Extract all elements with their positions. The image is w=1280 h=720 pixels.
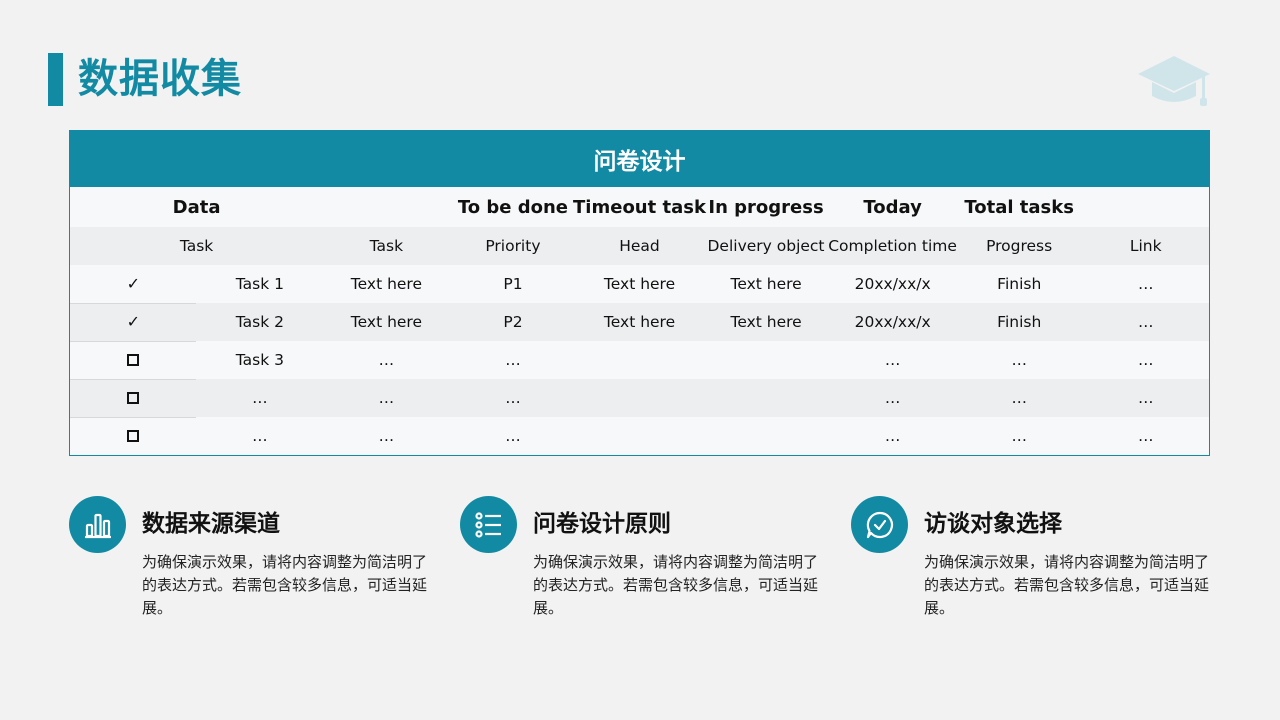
table-cell: … bbox=[1138, 275, 1154, 293]
table-row: Task 3 … … … … … bbox=[70, 341, 1209, 379]
feature-title: 数据来源渠道 bbox=[142, 511, 280, 537]
header-cell: Today bbox=[863, 196, 922, 218]
table-cell: … bbox=[505, 389, 521, 407]
table-cell: Task 3 bbox=[235, 351, 284, 369]
title-accent-bar bbox=[48, 53, 63, 106]
table-cell: Task 1 bbox=[235, 275, 284, 293]
table-cell bbox=[703, 417, 830, 455]
subheader-cell: Delivery object bbox=[707, 237, 825, 255]
table-subheader-row: Task Task Priority Head Delivery object … bbox=[70, 227, 1209, 265]
table-cell: … bbox=[1011, 351, 1027, 369]
table-cell: … bbox=[505, 427, 521, 445]
subheader-cell: Task bbox=[369, 237, 404, 255]
table-cell: … bbox=[1138, 427, 1154, 445]
feature-description: 为确保演示效果，请将内容调整为简洁明了的表达方式。若需包含较多信息，可适当延展。 bbox=[924, 553, 1210, 617]
table-cell: … bbox=[1138, 389, 1154, 407]
subheader-cell: Head bbox=[619, 237, 660, 255]
table-header-row: Data To be done Timeout task In progress… bbox=[70, 187, 1209, 227]
checkmark-icon: ✓ bbox=[126, 312, 140, 331]
table-cell: 20xx/xx/x bbox=[854, 275, 931, 293]
graduation-cap-icon bbox=[1138, 56, 1210, 106]
checkmark-icon: ✓ bbox=[126, 274, 140, 293]
feature-icon-circle bbox=[69, 496, 126, 553]
table-cell: Text here bbox=[350, 313, 422, 331]
list-icon bbox=[474, 511, 501, 538]
feature-description: 为确保演示效果，请将内容调整为简洁明了的表达方式。若需包含较多信息，可适当延展。 bbox=[142, 553, 428, 617]
table-cell: … bbox=[1138, 313, 1154, 331]
empty-checkbox-icon bbox=[127, 430, 140, 442]
questionnaire-table: 问卷设计 Data To be done Timeout task In pro… bbox=[69, 130, 1210, 456]
table-cell: Finish bbox=[997, 313, 1042, 331]
table-cell: … bbox=[378, 389, 395, 407]
row-divider bbox=[70, 341, 196, 342]
table-row: ✓ Task 2 Text here P2 Text here Text her… bbox=[70, 303, 1209, 341]
header-cell: To be done bbox=[457, 196, 568, 218]
subheader-cell: Progress bbox=[986, 237, 1053, 255]
header-cell: Timeout task bbox=[573, 196, 706, 218]
table-cell bbox=[576, 379, 703, 417]
feature-title: 问卷设计原则 bbox=[533, 511, 671, 537]
table-cell: Task 2 bbox=[235, 313, 284, 331]
empty-checkbox-icon bbox=[127, 392, 140, 404]
empty-checkbox-icon bbox=[127, 354, 140, 366]
header-cell: Total tasks bbox=[964, 196, 1074, 218]
chat-check-icon bbox=[866, 511, 893, 538]
table-cell: … bbox=[378, 427, 395, 445]
table-cell: … bbox=[884, 351, 901, 369]
feature-questionnaire-principles: 问卷设计原则 为确保演示效果，请将内容调整为简洁明了的表达方式。若需包含较多信息… bbox=[460, 496, 818, 636]
table-cell: Text here bbox=[603, 275, 676, 293]
table-cell: Text here bbox=[350, 275, 422, 293]
feature-interviewee-selection: 访谈对象选择 为确保演示效果，请将内容调整为简洁明了的表达方式。若需包含较多信息… bbox=[851, 496, 1209, 636]
table-cell: … bbox=[1011, 427, 1027, 445]
table-cell: P2 bbox=[503, 313, 523, 331]
table-cell: … bbox=[505, 351, 521, 369]
row-divider bbox=[70, 379, 196, 380]
page-title: 数据收集 bbox=[78, 56, 242, 102]
feature-description: 为确保演示效果，请将内容调整为简洁明了的表达方式。若需包含较多信息，可适当延展。 bbox=[533, 553, 819, 617]
table-row: ✓ Task 1 Text here P1 Text here Text her… bbox=[70, 265, 1209, 303]
table-cell: 20xx/xx/x bbox=[854, 313, 931, 331]
subheader-cell: Priority bbox=[485, 237, 541, 255]
subheader-cell: Link bbox=[1129, 237, 1162, 255]
table-cell: P1 bbox=[503, 275, 523, 293]
bar-chart-icon bbox=[84, 513, 111, 538]
table-cell: Text here bbox=[603, 313, 676, 331]
table-cell: … bbox=[884, 427, 901, 445]
subheader-cell: Completion time bbox=[828, 237, 957, 255]
row-divider bbox=[70, 303, 196, 304]
task-checkbox[interactable]: ✓ bbox=[70, 265, 197, 303]
row-divider bbox=[70, 417, 196, 418]
table-cell: Text here bbox=[730, 313, 802, 331]
table-cell: Text here bbox=[730, 275, 802, 293]
task-checkbox[interactable] bbox=[70, 379, 197, 417]
table-cell bbox=[703, 379, 830, 417]
table-cell: … bbox=[252, 427, 268, 445]
table-row: … … … … … … bbox=[70, 379, 1209, 417]
table-cell bbox=[703, 341, 830, 379]
feature-title: 访谈对象选择 bbox=[924, 511, 1062, 537]
subheader-cell: Task bbox=[179, 237, 214, 255]
table-row: … … … … … … bbox=[70, 417, 1209, 455]
feature-data-sources: 数据来源渠道 为确保演示效果，请将内容调整为简洁明了的表达方式。若需包含较多信息… bbox=[69, 496, 427, 636]
table-cell: … bbox=[1138, 351, 1154, 369]
task-checkbox[interactable] bbox=[70, 417, 197, 455]
task-checkbox[interactable]: ✓ bbox=[70, 303, 197, 341]
header-cell: In progress bbox=[708, 196, 824, 218]
table-cell: … bbox=[378, 351, 395, 369]
table-cell: … bbox=[252, 389, 268, 407]
table-cell: … bbox=[1011, 389, 1027, 407]
feature-icon-circle bbox=[460, 496, 517, 553]
task-checkbox[interactable] bbox=[70, 341, 197, 379]
table-cell bbox=[576, 417, 703, 455]
header-cell: Data bbox=[172, 196, 221, 218]
table-cell: Finish bbox=[997, 275, 1042, 293]
table-title: 问卷设计 bbox=[70, 131, 1209, 187]
table-cell: … bbox=[884, 389, 901, 407]
table-cell bbox=[576, 341, 703, 379]
feature-icon-circle bbox=[851, 496, 908, 553]
